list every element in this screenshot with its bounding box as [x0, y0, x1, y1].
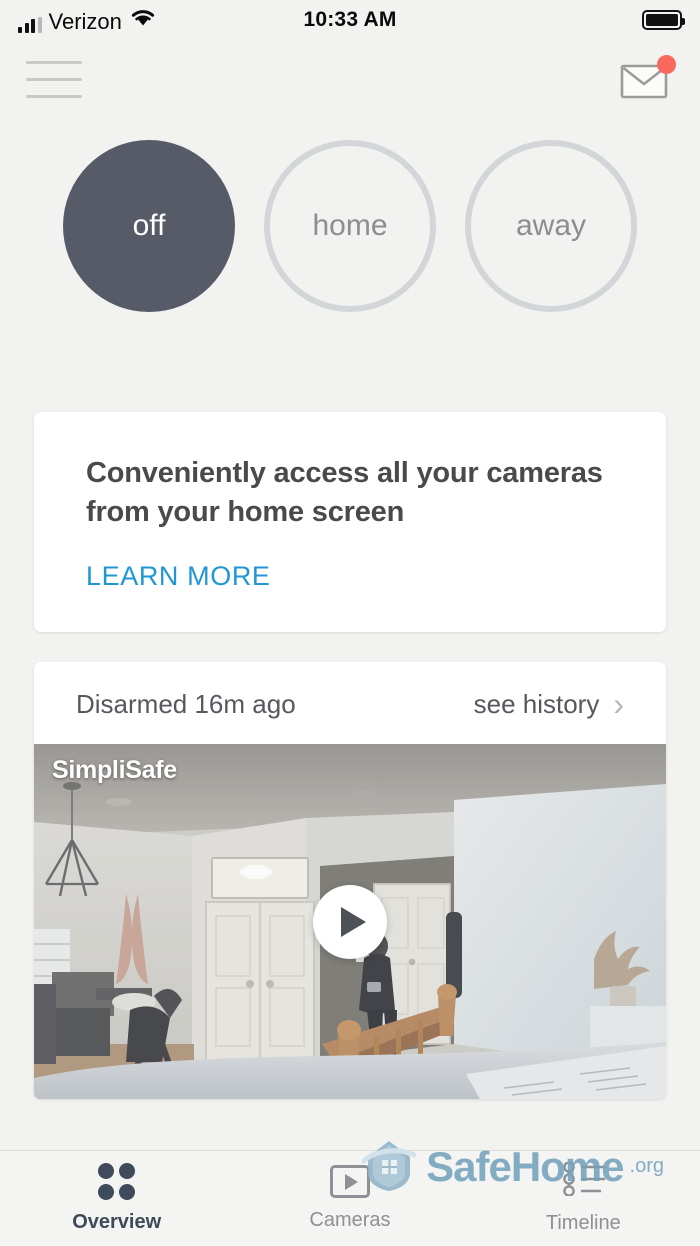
tab-label-timeline: Timeline [545, 1212, 621, 1234]
status-bar-left: Verizon [18, 8, 156, 33]
camera-card: Disarmed 16m ago see history › SimpliSaf… [34, 662, 666, 1100]
tab-timeline[interactable]: Timeline [467, 1151, 700, 1246]
see-history-label: see history [473, 688, 600, 719]
timeline-icon [557, 1161, 609, 1201]
app-bar [0, 40, 700, 118]
bottom-tab-bar: Overview Cameras Timeline [0, 1150, 700, 1246]
grid-dots-icon [98, 1163, 136, 1200]
mode-label-away: away [515, 209, 587, 242]
carrier-label: Verizon [48, 8, 122, 34]
cellular-bars-icon [18, 16, 42, 33]
notification-badge [657, 55, 676, 74]
battery-full-icon [642, 10, 685, 30]
camera-video-thumbnail[interactable]: SimpliSafe [34, 744, 666, 1100]
system-status-label: Disarmed 16m ago [76, 688, 296, 719]
camera-brand-watermark: SimpliSafe [52, 756, 177, 785]
promo-title: Conveniently access all your cameras fro… [86, 457, 603, 528]
wifi-icon [130, 8, 156, 32]
video-play-box-icon [329, 1165, 370, 1198]
messages-button[interactable] [620, 55, 676, 101]
status-bar-right [642, 10, 685, 30]
promo-card: Conveniently access all your cameras fro… [34, 412, 666, 633]
chevron-right-icon: › [613, 686, 624, 723]
mode-button-away[interactable]: away [465, 140, 637, 312]
status-bar: Verizon 10:33 AM [0, 0, 700, 40]
camera-card-header: Disarmed 16m ago see history › [34, 662, 666, 744]
tab-overview[interactable]: Overview [0, 1151, 233, 1246]
learn-more-link[interactable]: LEARN MORE [86, 561, 271, 592]
tab-label-overview: Overview [72, 1211, 162, 1233]
mode-button-home[interactable]: home [264, 140, 436, 312]
hamburger-menu-icon[interactable] [26, 60, 82, 98]
tab-cameras[interactable]: Cameras [233, 1151, 466, 1246]
mode-label-home: home [312, 209, 388, 242]
play-button-icon[interactable] [313, 884, 387, 959]
mode-button-off[interactable]: off [63, 140, 235, 312]
mode-label-off: off [132, 209, 166, 242]
tab-label-cameras: Cameras [309, 1209, 391, 1231]
mode-selector: off home away [0, 140, 700, 312]
see-history-button[interactable]: see history › [474, 688, 624, 720]
